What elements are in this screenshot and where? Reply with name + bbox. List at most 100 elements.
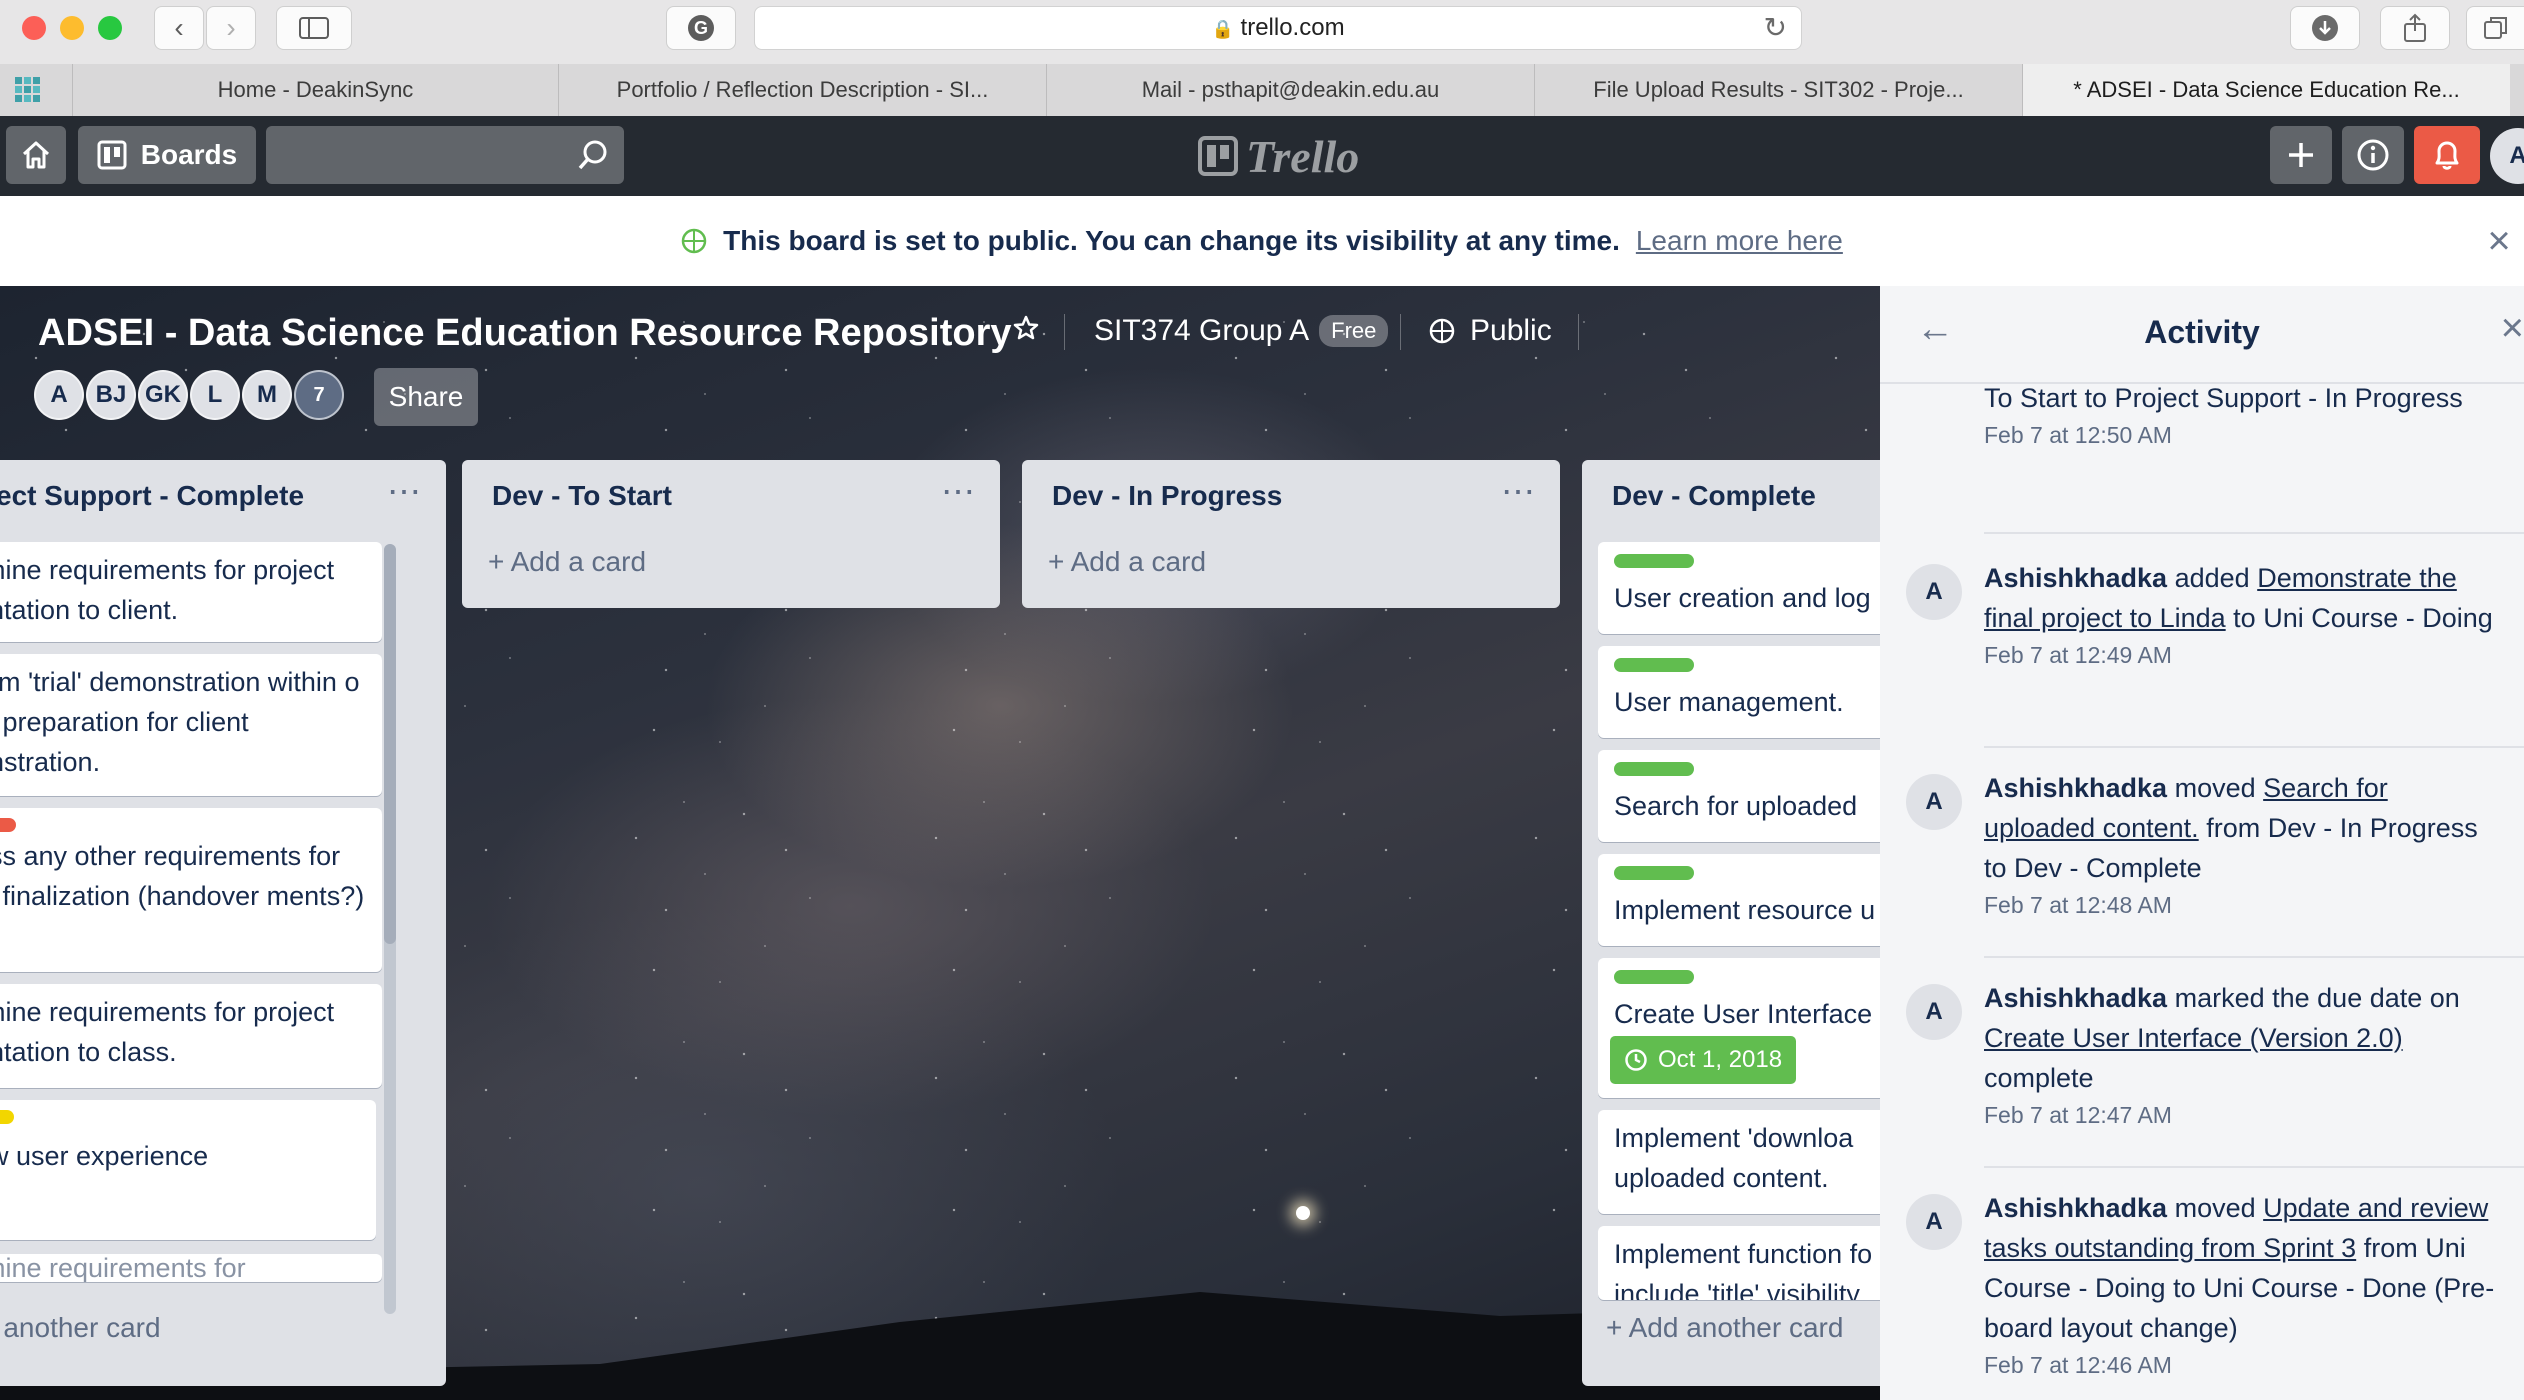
create-button[interactable] — [2270, 126, 2332, 184]
member-avatar[interactable]: A — [2490, 128, 2524, 184]
activity-avatar[interactable]: A — [1906, 564, 1962, 620]
team-button[interactable]: SIT374 Group A Free — [1094, 314, 1389, 348]
card[interactable]: User management. — [1598, 646, 1880, 738]
list-title[interactable]: Dev - In Progress — [1052, 480, 1282, 512]
trello-logo[interactable]: Trello — [1198, 130, 1359, 182]
share-board-button[interactable]: Share — [374, 368, 478, 426]
activity-header: ← Activity × — [1880, 286, 2524, 384]
share-icon — [2404, 13, 2426, 42]
card-title: User management. — [1614, 687, 1844, 717]
card[interactable]: Search for uploaded — [1598, 750, 1880, 842]
card-title: Create User Interface — [1614, 999, 1873, 1029]
member-avatar[interactable]: M — [242, 370, 292, 420]
downloads-button[interactable] — [2290, 6, 2360, 50]
activity-card-link[interactable]: Create User Interface (Version 2.0) — [1984, 1023, 2403, 1053]
activity-avatar[interactable]: A — [1906, 1194, 1962, 1250]
card[interactable]: Create User Interface Oct 1, 2018 — [1598, 958, 1880, 1098]
card[interactable]: Implement resource u — [1598, 854, 1880, 946]
activity-user[interactable]: Ashishkhadka — [1984, 563, 2167, 593]
star-board-button[interactable] — [1012, 314, 1040, 342]
card[interactable]: uss any other requirements for ct finali… — [0, 808, 382, 972]
activity-time[interactable]: Feb 7 at 12:48 AM — [1984, 888, 2504, 922]
add-card-label: Add a card — [510, 546, 647, 577]
card[interactable]: rmine requirements for project entation … — [0, 542, 382, 642]
tabs-overview-button[interactable] — [2466, 6, 2524, 50]
list-menu-icon[interactable]: ⋯ — [941, 472, 976, 512]
trello-logo-icon — [1198, 136, 1238, 176]
add-card-button[interactable]: + Add another card — [1606, 1312, 1880, 1344]
notifications-button[interactable] — [2414, 126, 2480, 184]
activity-user[interactable]: Ashishkhadka — [1984, 983, 2167, 1013]
add-card-button[interactable]: + Add a card — [1048, 546, 1206, 578]
card[interactable]: ew user experience — [0, 1100, 376, 1240]
card[interactable]: Implement 'downloa uploaded content. — [1598, 1110, 1880, 1214]
boards-button[interactable]: Boards — [78, 126, 256, 184]
browser-tab[interactable]: Portfolio / Reflection Description - SI.… — [558, 64, 1046, 116]
info-button[interactable] — [2342, 126, 2404, 184]
activity-avatar[interactable]: A — [1906, 774, 1962, 830]
list-menu-icon[interactable]: ⋯ — [387, 472, 422, 512]
card[interactable]: Implement function fo include 'title' vi… — [1598, 1226, 1880, 1300]
card[interactable]: orm 'trial' demonstration within o in pr… — [0, 654, 382, 796]
card[interactable]: User creation and log — [1598, 542, 1880, 634]
browser-tab-active[interactable]: * ADSEI - Data Science Education Re... — [2022, 64, 2510, 116]
clock-icon — [1625, 1049, 1647, 1071]
member-avatar[interactable]: BJ — [86, 370, 136, 420]
search-input[interactable] — [266, 126, 624, 184]
info-icon — [2357, 139, 2389, 171]
board-title[interactable]: ADSEI - Data Science Education Resource … — [38, 312, 1012, 355]
minimize-window-button[interactable] — [60, 16, 84, 40]
boards-label: Boards — [140, 139, 238, 170]
add-card-button[interactable]: + Add a card — [488, 546, 646, 578]
activity-divider — [1984, 532, 2524, 534]
plan-badge: Free — [1319, 315, 1389, 347]
add-card-label: Add another card — [1628, 1312, 1844, 1343]
list-title[interactable]: Dev - To Start — [492, 480, 672, 512]
activity-avatar[interactable]: A — [1906, 984, 1962, 1040]
activity-user[interactable]: Ashishkhadka — [1984, 773, 2167, 803]
list-title[interactable]: ect Support - Complete — [0, 480, 304, 512]
member-avatar[interactable]: L — [190, 370, 240, 420]
activity-time[interactable]: Feb 7 at 12:50 AM — [1984, 418, 2504, 452]
visibility-button[interactable]: Public — [1428, 314, 1552, 348]
scrollbar-thumb[interactable] — [384, 544, 396, 944]
more-members-badge[interactable]: 7 — [294, 370, 344, 420]
card-title: rmine requirements for project entation … — [0, 997, 335, 1067]
browser-tab[interactable]: Mail - psthapit@deakin.edu.au — [1046, 64, 1534, 116]
reload-icon[interactable]: ↻ — [1764, 7, 1787, 49]
close-icon[interactable]: × — [2501, 306, 2524, 351]
activity-time[interactable]: Feb 7 at 12:49 AM — [1984, 638, 2504, 672]
close-icon[interactable]: × — [2474, 216, 2524, 266]
list-menu-icon[interactable]: ⋯ — [1501, 472, 1536, 512]
add-card-button[interactable]: d another card — [0, 1312, 161, 1344]
home-button[interactable] — [6, 126, 66, 184]
trello-header: Boards Trello A — [0, 116, 2524, 196]
card[interactable]: rmine requirements for project entation … — [0, 984, 382, 1088]
card-title: User creation and log — [1614, 583, 1871, 613]
trello-logo-text: Trello — [1246, 130, 1360, 182]
close-window-button[interactable] — [22, 16, 46, 40]
share-page-button[interactable] — [2380, 6, 2450, 50]
member-avatar[interactable]: A — [34, 370, 84, 420]
activity-time[interactable]: Feb 7 at 12:46 AM — [1984, 1348, 2504, 1382]
card[interactable]: rmine requirements for — [0, 1254, 382, 1282]
member-avatar[interactable]: GK — [138, 370, 188, 420]
back-button[interactable]: ‹ — [154, 6, 204, 50]
sidebar-toggle-button[interactable] — [276, 6, 352, 50]
list-scrollbar[interactable] — [384, 544, 396, 1314]
zoom-window-button[interactable] — [98, 16, 122, 40]
address-bar[interactable]: 🔒 trello.com ↻ — [754, 6, 1802, 50]
activity-time[interactable]: Feb 7 at 12:47 AM — [1984, 1098, 2504, 1132]
activity-panel: ← Activity × To Start to Project Support… — [1880, 286, 2524, 1400]
activity-user[interactable]: Ashishkhadka — [1984, 1193, 2167, 1223]
url-text: trello.com — [1240, 14, 1345, 41]
activity-detail: complete — [1984, 1063, 2094, 1093]
forward-button[interactable]: › — [206, 6, 256, 50]
favorites-grid-icon[interactable] — [14, 76, 42, 104]
list-title[interactable]: Dev - Complete — [1612, 480, 1816, 512]
browser-tab[interactable]: File Upload Results - SIT302 - Proje... — [1534, 64, 2022, 116]
due-date-badge[interactable]: Oct 1, 2018 — [1610, 1036, 1797, 1084]
learn-more-link[interactable]: Learn more here — [1636, 225, 1843, 257]
grammarly-extension-button[interactable]: G — [666, 6, 736, 50]
browser-tab[interactable]: Home - DeakinSync — [72, 64, 558, 116]
